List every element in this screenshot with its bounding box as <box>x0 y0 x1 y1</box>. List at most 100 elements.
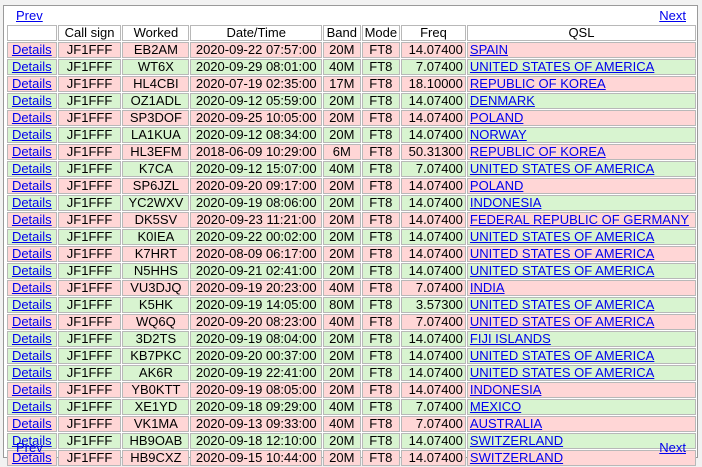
prev-page-link[interactable]: Prev <box>16 8 43 23</box>
column-header-worked: Worked <box>122 25 190 41</box>
qsl-country-link[interactable]: UNITED STATES OF AMERICA <box>470 230 654 244</box>
worked-cell: XE1YD <box>122 399 190 415</box>
worked-cell: SP3DOF <box>122 110 190 126</box>
details-link[interactable]: Details <box>12 213 52 227</box>
column-header-actions <box>7 25 57 41</box>
qsl-country-link[interactable]: AUSTRALIA <box>470 417 542 431</box>
column-header-qsl: QSL <box>466 25 696 41</box>
qsl-country-link[interactable]: FIJI ISLANDS <box>470 332 551 346</box>
call-sign-cell: JF1FFF <box>57 331 122 347</box>
qsl-country-link[interactable]: REPUBLIC OF KOREA <box>470 77 606 91</box>
details-cell: Details <box>7 59 57 75</box>
column-header-date-time: Date/Time <box>190 25 323 41</box>
date-time-cell: 2020-09-29 08:01:00 <box>190 59 323 75</box>
details-cell: Details <box>7 76 57 92</box>
details-link[interactable]: Details <box>12 349 52 363</box>
details-link[interactable]: Details <box>12 417 52 431</box>
mode-cell: FT8 <box>361 93 401 109</box>
qsl-country-link[interactable]: SPAIN <box>470 43 508 57</box>
qsl-country-link[interactable]: INDONESIA <box>470 196 542 210</box>
qsl-country-link[interactable]: INDONESIA <box>470 383 542 397</box>
details-link[interactable]: Details <box>12 128 52 142</box>
qsl-country-link[interactable]: POLAND <box>470 111 523 125</box>
details-link[interactable]: Details <box>12 247 52 261</box>
qsl-cell: INDONESIA <box>466 195 696 211</box>
date-time-cell: 2020-09-19 08:05:00 <box>190 382 323 398</box>
freq-cell: 14.07400 <box>401 127 466 143</box>
date-time-cell: 2020-09-20 00:37:00 <box>190 348 323 364</box>
qsl-country-link[interactable]: UNITED STATES OF AMERICA <box>470 162 654 176</box>
date-time-cell: 2020-09-22 00:02:00 <box>190 229 323 245</box>
qsl-country-link[interactable]: UNITED STATES OF AMERICA <box>470 298 654 312</box>
qsl-country-link[interactable]: UNITED STATES OF AMERICA <box>470 247 654 261</box>
date-time-cell: 2020-09-20 08:23:00 <box>190 314 323 330</box>
prev-page-link-bottom[interactable]: Prev <box>16 440 43 455</box>
date-time-cell: 2020-09-25 10:05:00 <box>190 110 323 126</box>
qsl-country-link[interactable]: UNITED STATES OF AMERICA <box>470 349 654 363</box>
qsl-country-link[interactable]: MEXICO <box>470 400 521 414</box>
mode-cell: FT8 <box>361 382 401 398</box>
mode-cell: FT8 <box>361 127 401 143</box>
qsl-country-link[interactable]: UNITED STATES OF AMERICA <box>470 315 654 329</box>
details-cell: Details <box>7 399 57 415</box>
details-link[interactable]: Details <box>12 196 52 210</box>
qsl-country-link[interactable]: UNITED STATES OF AMERICA <box>470 264 654 278</box>
qsl-country-link[interactable]: FEDERAL REPUBLIC OF GERMANY <box>470 213 689 227</box>
worked-cell: OZ1ADL <box>122 93 190 109</box>
worked-cell: K5HK <box>122 297 190 313</box>
details-link[interactable]: Details <box>12 264 52 278</box>
qsl-cell: INDONESIA <box>466 382 696 398</box>
band-cell: 17M <box>323 76 361 92</box>
column-header-freq: Freq <box>401 25 466 41</box>
worked-cell: EB2AM <box>122 42 190 58</box>
worked-cell: K7HRT <box>122 246 190 262</box>
details-link[interactable]: Details <box>12 298 52 312</box>
details-link[interactable]: Details <box>12 179 52 193</box>
qsl-country-link[interactable]: REPUBLIC OF KOREA <box>470 145 606 159</box>
date-time-cell: 2020-09-20 09:17:00 <box>190 178 323 194</box>
band-cell: 20M <box>323 365 361 381</box>
table-row: Details JF1FFF HL3EFM 2018-06-09 10:29:00 6M… <box>7 144 696 160</box>
qsl-cell: NORWAY <box>466 127 696 143</box>
details-cell: Details <box>7 93 57 109</box>
details-cell: Details <box>7 297 57 313</box>
details-link[interactable]: Details <box>12 366 52 380</box>
details-link[interactable]: Details <box>12 43 52 57</box>
details-link[interactable]: Details <box>12 77 52 91</box>
details-link[interactable]: Details <box>12 162 52 176</box>
next-page-link-bottom[interactable]: Next <box>659 440 686 455</box>
details-link[interactable]: Details <box>12 400 52 414</box>
details-link[interactable]: Details <box>12 281 52 295</box>
freq-cell: 14.07400 <box>401 178 466 194</box>
mode-cell: FT8 <box>361 314 401 330</box>
qsl-country-link[interactable]: NORWAY <box>470 128 527 142</box>
details-link[interactable]: Details <box>12 383 52 397</box>
band-cell: 20M <box>323 93 361 109</box>
band-cell: 20M <box>323 331 361 347</box>
details-link[interactable]: Details <box>12 60 52 74</box>
call-sign-cell: JF1FFF <box>57 93 122 109</box>
table-header-row: Call sign Worked Date/Time Band Mode Fre… <box>7 25 696 41</box>
mode-cell: FT8 <box>361 110 401 126</box>
details-link[interactable]: Details <box>12 332 52 346</box>
details-cell: Details <box>7 161 57 177</box>
qsl-country-link[interactable]: INDIA <box>470 281 505 295</box>
next-page-link[interactable]: Next <box>659 8 686 23</box>
details-link[interactable]: Details <box>12 230 52 244</box>
qsl-country-link[interactable]: DENMARK <box>470 94 535 108</box>
qsl-country-link[interactable]: UNITED STATES OF AMERICA <box>470 366 654 380</box>
qsl-cell: UNITED STATES OF AMERICA <box>466 348 696 364</box>
mode-cell: FT8 <box>361 416 401 432</box>
qsl-country-link[interactable]: UNITED STATES OF AMERICA <box>470 60 654 74</box>
details-link[interactable]: Details <box>12 94 52 108</box>
band-cell: 20M <box>323 229 361 245</box>
details-link[interactable]: Details <box>12 145 52 159</box>
band-cell: 20M <box>323 263 361 279</box>
mode-cell: FT8 <box>361 42 401 58</box>
details-link[interactable]: Details <box>12 315 52 329</box>
band-cell: 40M <box>323 59 361 75</box>
qsl-country-link[interactable]: POLAND <box>470 179 523 193</box>
details-link[interactable]: Details <box>12 111 52 125</box>
qsl-cell: UNITED STATES OF AMERICA <box>466 246 696 262</box>
call-sign-cell: JF1FFF <box>57 348 122 364</box>
